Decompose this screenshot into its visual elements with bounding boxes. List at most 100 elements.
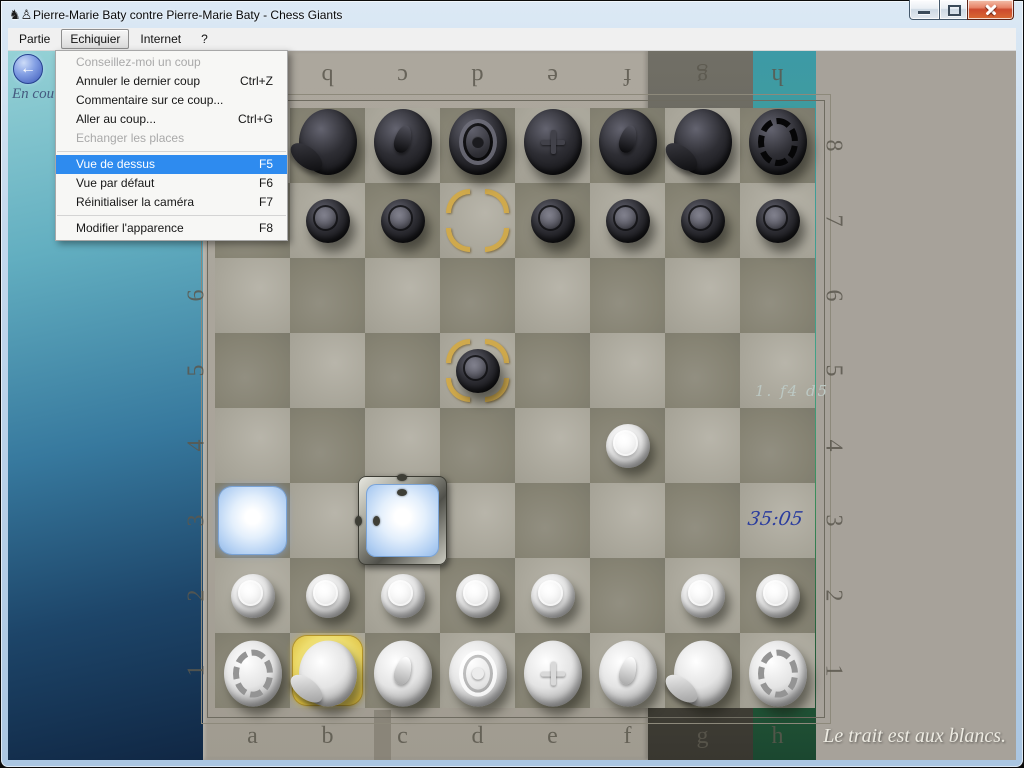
- turn-message: Le trait est aux blancs.: [823, 725, 1006, 748]
- square-f6[interactable]: [590, 258, 665, 333]
- square-e4[interactable]: [515, 408, 590, 483]
- square-g3[interactable]: [665, 483, 740, 558]
- pawn-detail: [388, 205, 414, 231]
- queen-detail: [459, 119, 497, 165]
- rank-label-right-3: 3: [796, 506, 871, 536]
- file-label-bottom-h: h: [740, 716, 815, 756]
- square-d6[interactable]: [440, 258, 515, 333]
- piece-black-bishop-c8[interactable]: [374, 109, 432, 175]
- piece-white-pawn-b2[interactable]: [306, 574, 350, 618]
- piece-white-pawn-h2[interactable]: [756, 574, 800, 618]
- menu-item-modifier-l-apparence[interactable]: Modifier l'apparenceF8: [56, 219, 287, 238]
- menu-item-label: Modifier l'apparence: [76, 219, 184, 238]
- rank-label-right-5: 5: [796, 356, 871, 386]
- move-target-a3[interactable]: [219, 487, 286, 554]
- menubar-item-internet[interactable]: Internet: [131, 29, 190, 49]
- piece-black-king-e8[interactable]: [524, 109, 582, 175]
- piece-black-knight-g8[interactable]: [674, 109, 732, 175]
- piece-white-king-e1[interactable]: [524, 640, 582, 706]
- piece-black-knight-b8[interactable]: [299, 109, 357, 175]
- piece-black-pawn-h7[interactable]: [756, 199, 800, 243]
- piece-black-pawn-d5[interactable]: [456, 349, 500, 393]
- maximize-button[interactable]: [940, 0, 967, 20]
- piece-black-pawn-f7[interactable]: [606, 199, 650, 243]
- square-b6[interactable]: [290, 258, 365, 333]
- menu-item-label: Réinitialiser la caméra: [76, 193, 194, 212]
- piece-white-pawn-d2[interactable]: [456, 574, 500, 618]
- piece-white-pawn-g2[interactable]: [681, 574, 725, 618]
- piece-white-bishop-f1[interactable]: [599, 640, 657, 706]
- piece-black-rook-h8[interactable]: [749, 109, 807, 175]
- piece-black-pawn-b7[interactable]: [306, 199, 350, 243]
- square-b5[interactable]: [290, 333, 365, 408]
- square-c6[interactable]: [365, 258, 440, 333]
- square-c4[interactable]: [365, 408, 440, 483]
- piece-white-knight-b1[interactable]: [299, 640, 357, 706]
- piece-white-rook-h1[interactable]: [749, 640, 807, 706]
- marker-corner: [446, 189, 470, 213]
- bishop-detail: [391, 655, 414, 686]
- menu-item-commentaire-sur-ce-coup[interactable]: Commentaire sur ce coup...: [56, 91, 287, 110]
- pawn-detail: [238, 580, 264, 606]
- square-e6[interactable]: [515, 258, 590, 333]
- piece-white-rook-a1[interactable]: [224, 640, 282, 706]
- piece-white-queen-d1[interactable]: [449, 640, 507, 706]
- pawn-detail: [688, 205, 714, 231]
- piece-white-knight-g1[interactable]: [674, 640, 732, 706]
- piece-white-pawn-c2[interactable]: [381, 574, 425, 618]
- piece-black-pawn-g7[interactable]: [681, 199, 725, 243]
- square-g5[interactable]: [665, 333, 740, 408]
- piece-black-queen-d8[interactable]: [449, 109, 507, 175]
- square-b4[interactable]: [290, 408, 365, 483]
- piece-white-pawn-e2[interactable]: [531, 574, 575, 618]
- square-e3[interactable]: [515, 483, 590, 558]
- rank-label-left-4: 4: [160, 431, 235, 461]
- square-b3[interactable]: [290, 483, 365, 558]
- square-d4[interactable]: [440, 408, 515, 483]
- game-clock: 35:05: [746, 508, 804, 530]
- menubar-item-echiquier[interactable]: Echiquier: [61, 29, 129, 49]
- piece-white-pawn-f4[interactable]: [606, 424, 650, 468]
- menu-item-shortcut: Ctrl+Z: [240, 72, 273, 91]
- piece-black-bishop-f8[interactable]: [599, 109, 657, 175]
- menu-item-label: Commentaire sur ce coup...: [76, 91, 223, 110]
- minimize-icon: [918, 11, 930, 14]
- title-bar[interactable]: ♞♙ Pierre-Marie Baty contre Pierre-Marie…: [2, 2, 1022, 28]
- file-label-bottom-d: d: [440, 716, 515, 756]
- pawn-detail: [613, 205, 639, 231]
- piece-white-pawn-a2[interactable]: [231, 574, 275, 618]
- square-d3[interactable]: [440, 483, 515, 558]
- close-button[interactable]: [967, 0, 1014, 20]
- square-g6[interactable]: [665, 258, 740, 333]
- square-f2[interactable]: [590, 558, 665, 633]
- hovered-move-target-c3[interactable]: [358, 476, 447, 565]
- square-f5[interactable]: [590, 333, 665, 408]
- square-f3[interactable]: [590, 483, 665, 558]
- menu-item-vue-par-defaut[interactable]: Vue par défautF6: [56, 174, 287, 193]
- menubar-item-partie[interactable]: Partie: [10, 29, 59, 49]
- square-g4[interactable]: [665, 408, 740, 483]
- file-label-bottom-a: a: [215, 716, 290, 756]
- menu-item-label: Annuler le dernier coup: [76, 72, 200, 91]
- menu-item-annuler-le-dernier-coup[interactable]: Annuler le dernier coup Ctrl+Z: [56, 72, 287, 91]
- rank-label-right-7: 7: [796, 206, 871, 236]
- menu-item-shortcut: F5: [259, 155, 273, 174]
- menu-item-vue-de-dessus[interactable]: Vue de dessusF5: [56, 155, 287, 174]
- back-button[interactable]: ←: [13, 54, 43, 84]
- piece-black-pawn-e7[interactable]: [531, 199, 575, 243]
- menu-item-aller-au-coup[interactable]: Aller au coup...Ctrl+G: [56, 110, 287, 129]
- square-e5[interactable]: [515, 333, 590, 408]
- menu-item-reinitialiser-la-camera[interactable]: Réinitialiser la caméraF7: [56, 193, 287, 212]
- minimize-button[interactable]: [909, 0, 940, 20]
- pawn-detail: [763, 205, 789, 231]
- menu-item-echanger-les-places: Echanger les places: [56, 129, 287, 148]
- window-title: Pierre-Marie Baty contre Pierre-Marie Ba…: [33, 8, 342, 22]
- piece-white-bishop-c1[interactable]: [374, 640, 432, 706]
- king-detail: [541, 130, 565, 154]
- menu-item-label: Aller au coup...: [76, 110, 156, 129]
- pawn-detail: [463, 580, 489, 606]
- close-icon: [984, 3, 997, 16]
- menubar-item-help[interactable]: ?: [192, 29, 217, 49]
- square-c5[interactable]: [365, 333, 440, 408]
- piece-black-pawn-c7[interactable]: [381, 199, 425, 243]
